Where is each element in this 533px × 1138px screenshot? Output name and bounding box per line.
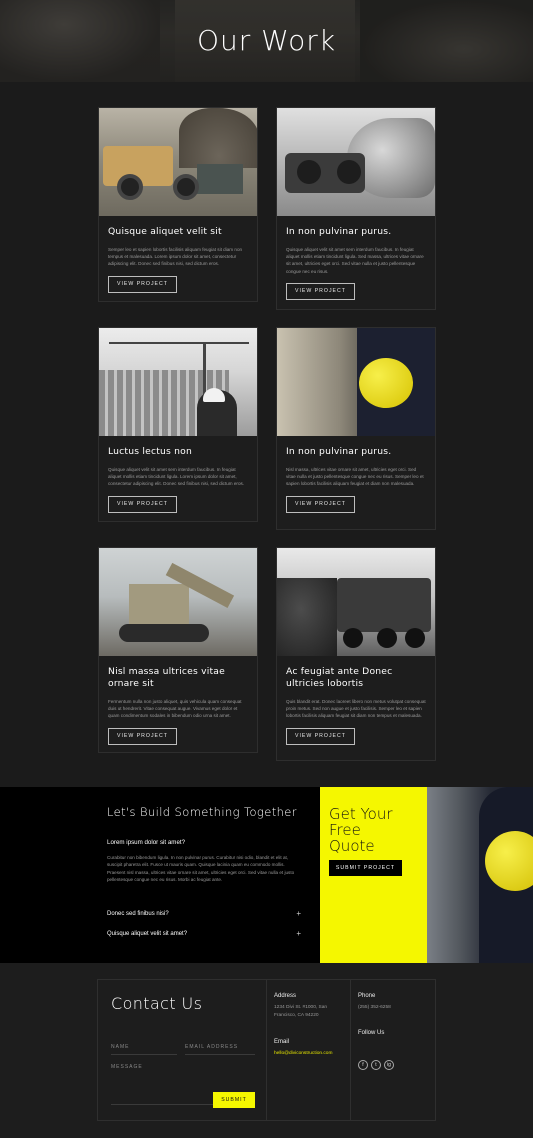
project-title[interactable]: Nisl massa ultrices vitae ornare sit	[99, 656, 257, 690]
divider	[350, 980, 351, 1120]
project-card: Nisl massa ultrices vitae ornare sit Fer…	[98, 547, 258, 753]
project-title[interactable]: In non pulvinar purus.	[277, 436, 435, 458]
view-project-button[interactable]: VIEW PROJECT	[108, 727, 177, 745]
project-title[interactable]: Quisque aliquet velit sit	[99, 216, 257, 238]
email-field-line	[185, 1054, 255, 1055]
view-project-button[interactable]: VIEW PROJECT	[108, 275, 177, 293]
phone-label: Phone	[358, 993, 376, 999]
project-description: Fermentum nulla non justo aliquet, quis …	[108, 699, 242, 719]
cta-heading: Let's Build Something Together	[107, 805, 297, 819]
project-description: Quis blandit erat. Donec laoreet libero …	[286, 699, 426, 719]
project-card: In non pulvinar purus. Quisque aliquet v…	[276, 107, 436, 310]
page-title: Our Work	[196, 24, 337, 57]
project-card: Ac feugiat ante Donec ultricies lobortis…	[276, 547, 436, 761]
view-project-button[interactable]: VIEW PROJECT	[286, 282, 355, 300]
project-card: Luctus lectus non Quisque aliquet velit …	[98, 327, 258, 522]
follow-label: Follow Us	[358, 1030, 385, 1036]
message-field[interactable]: MESSAGE	[111, 1064, 143, 1070]
faq-item[interactable]: Donec sed finibus nisi? +	[107, 909, 301, 921]
project-title[interactable]: Luctus lectus non	[99, 436, 257, 458]
worker-helmet-photo	[427, 787, 533, 963]
project-description: Semper leo et sapien lobortis facilisis …	[108, 247, 243, 267]
facebook-icon[interactable]: f	[358, 1060, 368, 1070]
project-image[interactable]	[277, 548, 435, 656]
hero-banner: Our Work	[0, 0, 533, 82]
view-project-button[interactable]: VIEW PROJECT	[108, 495, 177, 513]
faq-item[interactable]: Quisque aliquet velit sit amet? +	[107, 929, 301, 941]
contact-box: Contact Us NAME EMAIL ADDRESS MESSAGE SU…	[97, 979, 436, 1121]
address-value: 1234 Divi St. #1000, San Francisco, CA 9…	[274, 1005, 328, 1018]
project-title[interactable]: In non pulvinar purus.	[277, 216, 435, 238]
project-title[interactable]: Ac feugiat ante Donec ultricies lobortis	[277, 656, 435, 690]
instagram-icon[interactable]: ig	[384, 1060, 394, 1070]
phone-value[interactable]: (255) 352-6258	[358, 1004, 391, 1012]
projects-grid: Quisque aliquet velit sit Semper leo et …	[0, 82, 533, 787]
quote-panel: Get Your Free Quote SUBMIT PROJECT	[320, 787, 427, 963]
project-card: In non pulvinar purus. Nisl massa, ultri…	[276, 327, 436, 530]
name-field[interactable]: NAME	[111, 1044, 129, 1050]
project-image[interactable]	[277, 328, 435, 436]
faq-answer: Curabitur non bibendum ligula. In non pu…	[107, 855, 295, 882]
quote-heading: Get Your Free Quote	[329, 805, 393, 855]
plus-icon[interactable]: +	[296, 909, 301, 918]
project-description: Quisque aliquet velit sit amet sem inter…	[108, 467, 245, 487]
project-image[interactable]	[99, 328, 257, 436]
project-image[interactable]	[99, 548, 257, 656]
address-label: Address	[274, 993, 297, 999]
project-image[interactable]	[99, 108, 257, 216]
email-label: Email	[274, 1039, 290, 1045]
project-card: Quisque aliquet velit sit Semper leo et …	[98, 107, 258, 302]
submit-project-button[interactable]: SUBMIT PROJECT	[329, 860, 402, 876]
email-field[interactable]: EMAIL ADDRESS	[185, 1044, 238, 1050]
faq-question: Quisque aliquet velit sit amet?	[107, 931, 188, 937]
email-link[interactable]: hello@diviconstruction.com	[274, 1050, 332, 1058]
project-description: Nisl massa, ultrices vitae ornare sit am…	[286, 467, 424, 487]
submit-button[interactable]: SUBMIT	[213, 1092, 255, 1108]
faq-question-open[interactable]: Lorem ipsum dolor sit amet?	[107, 839, 185, 846]
view-project-button[interactable]: VIEW PROJECT	[286, 727, 355, 745]
contact-section: Contact Us NAME EMAIL ADDRESS MESSAGE SU…	[0, 963, 533, 1138]
project-image[interactable]	[277, 108, 435, 216]
project-description: Quisque aliquet velit sit amet sem inter…	[286, 247, 424, 274]
cta-section: Let's Build Something Together Lorem ips…	[0, 787, 533, 963]
divider	[266, 980, 267, 1120]
view-project-button[interactable]: VIEW PROJECT	[286, 495, 355, 513]
contact-heading: Contact Us	[111, 994, 203, 1013]
faq-question: Donec sed finibus nisi?	[107, 911, 169, 917]
name-field-line	[111, 1054, 177, 1055]
twitter-icon[interactable]: t	[371, 1060, 381, 1070]
plus-icon[interactable]: +	[296, 929, 301, 938]
